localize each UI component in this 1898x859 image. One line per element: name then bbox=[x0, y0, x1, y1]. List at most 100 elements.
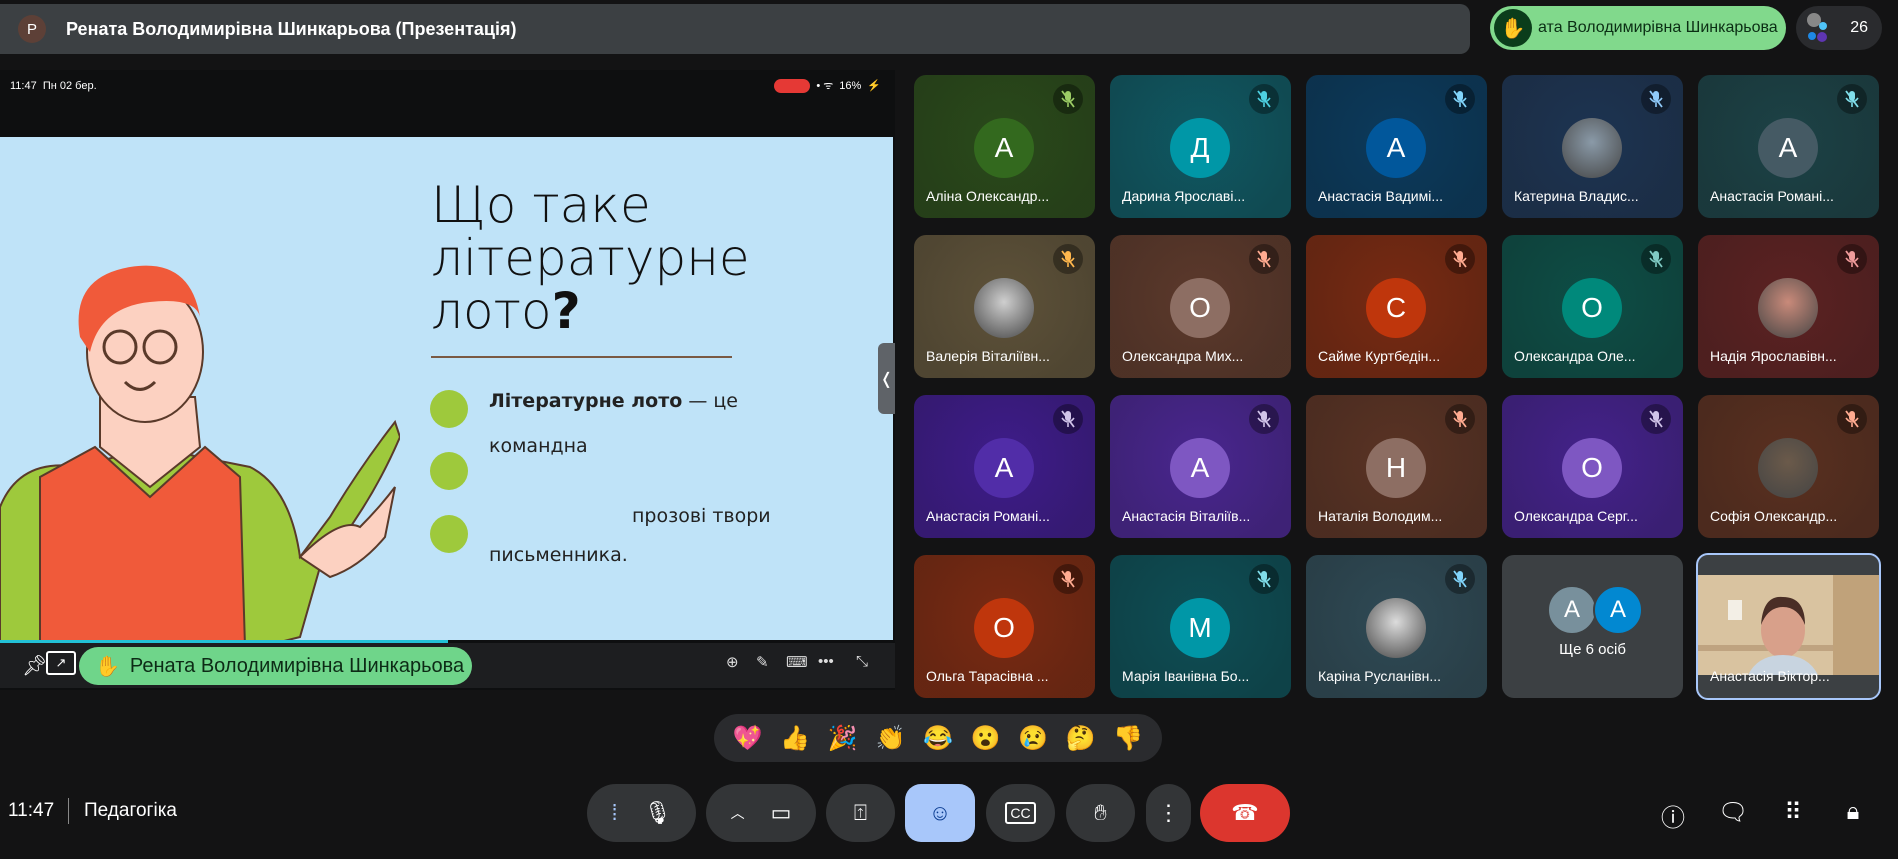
chevron-up-icon[interactable]: ︿ bbox=[731, 803, 745, 823]
mic-off-icon bbox=[1445, 404, 1475, 434]
participant-name: Олександра Оле... bbox=[1514, 348, 1636, 364]
participant-tile[interactable]: А Анастасія Романі... bbox=[914, 395, 1095, 538]
participant-tile[interactable]: О Олександра Мих... bbox=[1110, 235, 1291, 378]
participant-tile[interactable]: Д Дарина Ярославі... bbox=[1110, 75, 1291, 218]
slide: Що таке літературне лото? Літературне лото… bbox=[0, 137, 893, 640]
more-participants-tile[interactable]: А А Ще 6 осіб bbox=[1502, 555, 1683, 698]
slide-title: Що таке літературне лото? bbox=[431, 176, 750, 340]
recording-icon bbox=[774, 78, 811, 93]
mic-off-icon bbox=[1053, 244, 1083, 274]
participant-tile[interactable]: Катерина Владис... bbox=[1502, 75, 1683, 218]
presenter-hand-pill[interactable]: ✋ Рената Володимирівна Шинкарьова bbox=[79, 647, 472, 685]
raised-hand-notification[interactable]: ✋ ата Володимирівна Шинкарьова bbox=[1490, 6, 1786, 50]
participant-tile[interactable]: А Анастасія Вадимі... bbox=[1306, 75, 1487, 218]
avatar: О bbox=[1170, 278, 1230, 338]
apps-grid-icon[interactable]: ⠿ bbox=[1778, 798, 1808, 827]
present-button[interactable]: ⍐ bbox=[826, 784, 895, 842]
raised-hand-name: ата Володимирівна Шинкарьова bbox=[1538, 19, 1778, 36]
reactions-button[interactable]: ☺ bbox=[905, 784, 975, 842]
more-icon[interactable]: ••• bbox=[818, 653, 834, 670]
participant-name: Каріна Русланівн... bbox=[1318, 668, 1442, 684]
more-options-button[interactable]: ⋮ bbox=[1146, 784, 1191, 842]
host-controls-lock-icon[interactable]: 🔒︎ bbox=[1838, 798, 1868, 826]
reaction-button[interactable]: 😢 bbox=[1018, 724, 1048, 753]
participant-tile[interactable]: Надія Ярославівн... bbox=[1698, 235, 1879, 378]
teacher-illustration bbox=[0, 265, 400, 640]
microphone-icon: 🎙︎ bbox=[643, 800, 672, 825]
avatar: Н bbox=[1366, 438, 1426, 498]
device-status-time: 11:47 Пн 02 бер. bbox=[10, 80, 97, 92]
self-view-tile[interactable]: Анастасія Віктор... bbox=[1696, 553, 1881, 700]
slide-text: командна bbox=[489, 435, 588, 457]
zoom-in-icon[interactable]: ⊕ bbox=[726, 653, 739, 671]
reaction-button[interactable]: 👎 bbox=[1113, 724, 1143, 753]
participant-name: Аліна Олександр... bbox=[926, 188, 1050, 204]
participant-name: Ольга Тарасівна ... bbox=[926, 668, 1049, 684]
participant-name: Катерина Владис... bbox=[1514, 188, 1639, 204]
avatar: А bbox=[1593, 585, 1643, 635]
bullet-dot bbox=[430, 452, 468, 490]
participant-tile[interactable]: Н Наталія Володим... bbox=[1306, 395, 1487, 538]
pin-icon[interactable]: 📌︎ bbox=[22, 653, 47, 678]
captions-button[interactable]: CC bbox=[986, 784, 1055, 842]
participant-tile[interactable]: О Олександра Оле... bbox=[1502, 235, 1683, 378]
more-participants-label: Ще 6 осіб bbox=[1559, 641, 1626, 658]
self-video bbox=[1698, 575, 1879, 675]
participant-name: Валерія Віталіївн... bbox=[926, 348, 1050, 364]
reaction-button[interactable]: 🎉 bbox=[828, 724, 858, 753]
participant-tile[interactable]: Софія Олександр... bbox=[1698, 395, 1879, 538]
avatar: А bbox=[1170, 438, 1230, 498]
emoji-icon: ☺ bbox=[928, 800, 952, 825]
mic-off-icon bbox=[1641, 244, 1671, 274]
reaction-button[interactable]: 🤔 bbox=[1066, 724, 1096, 753]
participant-tile[interactable]: А Анастасія Романі... bbox=[1698, 75, 1879, 218]
reaction-button[interactable]: 😮 bbox=[971, 724, 1001, 753]
slide-text: прозові твори bbox=[632, 505, 771, 527]
microphone-button[interactable]: ⁞ 🎙︎ bbox=[587, 784, 696, 842]
chat-icon[interactable]: 🗨︎ bbox=[1718, 798, 1748, 827]
camera-button[interactable]: ︿ ▭ bbox=[706, 784, 816, 842]
participant-name: Наталія Володим... bbox=[1318, 508, 1443, 524]
participant-tile[interactable]: С Сайме Куртбедін... bbox=[1306, 235, 1487, 378]
mic-off-icon bbox=[1837, 404, 1867, 434]
participant-tile[interactable]: О Олександра Серг... bbox=[1502, 395, 1683, 538]
present-screen-icon: ⍐ bbox=[853, 800, 868, 825]
exit-fullscreen-icon[interactable]: ⤡ bbox=[856, 653, 868, 670]
participant-tile[interactable]: Валерія Віталіївн... bbox=[914, 235, 1095, 378]
participant-name: Надія Ярославівн... bbox=[1710, 348, 1837, 364]
participant-tile[interactable]: М Марія Іванівна Бо... bbox=[1110, 555, 1291, 698]
mic-off-icon bbox=[1249, 564, 1279, 594]
participants-button[interactable]: 26 bbox=[1796, 6, 1882, 50]
collapse-panel-button[interactable]: ❬ bbox=[878, 343, 895, 414]
raise-hand-button[interactable]: ✋︎ bbox=[1066, 784, 1135, 842]
participant-tile[interactable]: Каріна Русланівн... bbox=[1306, 555, 1487, 698]
participant-name: Анастасія Вадимі... bbox=[1318, 188, 1443, 204]
reaction-button[interactable]: 💖 bbox=[733, 724, 763, 753]
participant-name: Дарина Ярославі... bbox=[1122, 188, 1246, 204]
reaction-button[interactable]: 👍 bbox=[780, 724, 810, 753]
avatar-photo bbox=[1366, 598, 1426, 658]
presentation-area: 11:47 Пн 02 бер. • ᯤ 16% ⚡ Що таке літерату… bbox=[0, 70, 895, 690]
participant-name: Анастасія Віталіїв... bbox=[1122, 508, 1251, 524]
mic-off-icon bbox=[1641, 84, 1671, 114]
info-icon[interactable]: ⓘ bbox=[1658, 798, 1688, 833]
keyboard-icon[interactable]: ⌨ bbox=[786, 653, 808, 671]
annotate-icon[interactable]: ✎ bbox=[756, 653, 769, 671]
mic-off-icon bbox=[1837, 84, 1867, 114]
participant-tile[interactable]: О Ольга Тарасівна ... bbox=[914, 555, 1095, 698]
mic-off-icon bbox=[1053, 84, 1083, 114]
meeting-name: Педагогіка bbox=[84, 800, 177, 821]
mic-off-icon bbox=[1249, 404, 1279, 434]
slide-text: письменника. bbox=[489, 544, 628, 566]
present-icon[interactable]: ↗ bbox=[46, 651, 76, 675]
reaction-button[interactable]: 👏 bbox=[875, 724, 905, 753]
reaction-button[interactable]: 😂 bbox=[923, 724, 953, 753]
mic-off-icon bbox=[1053, 404, 1083, 434]
participant-tile[interactable]: А Анастасія Віталіїв... bbox=[1110, 395, 1291, 538]
hang-up-icon: ☎︎ bbox=[1231, 800, 1259, 825]
avatar-photo bbox=[1758, 278, 1818, 338]
avatar: О bbox=[1562, 278, 1622, 338]
presentation-title: Рената Володимирівна Шинкарьова (Презент… bbox=[66, 18, 517, 39]
leave-call-button[interactable]: ☎︎ bbox=[1200, 784, 1290, 842]
participant-tile[interactable]: А Аліна Олександр... bbox=[914, 75, 1095, 218]
